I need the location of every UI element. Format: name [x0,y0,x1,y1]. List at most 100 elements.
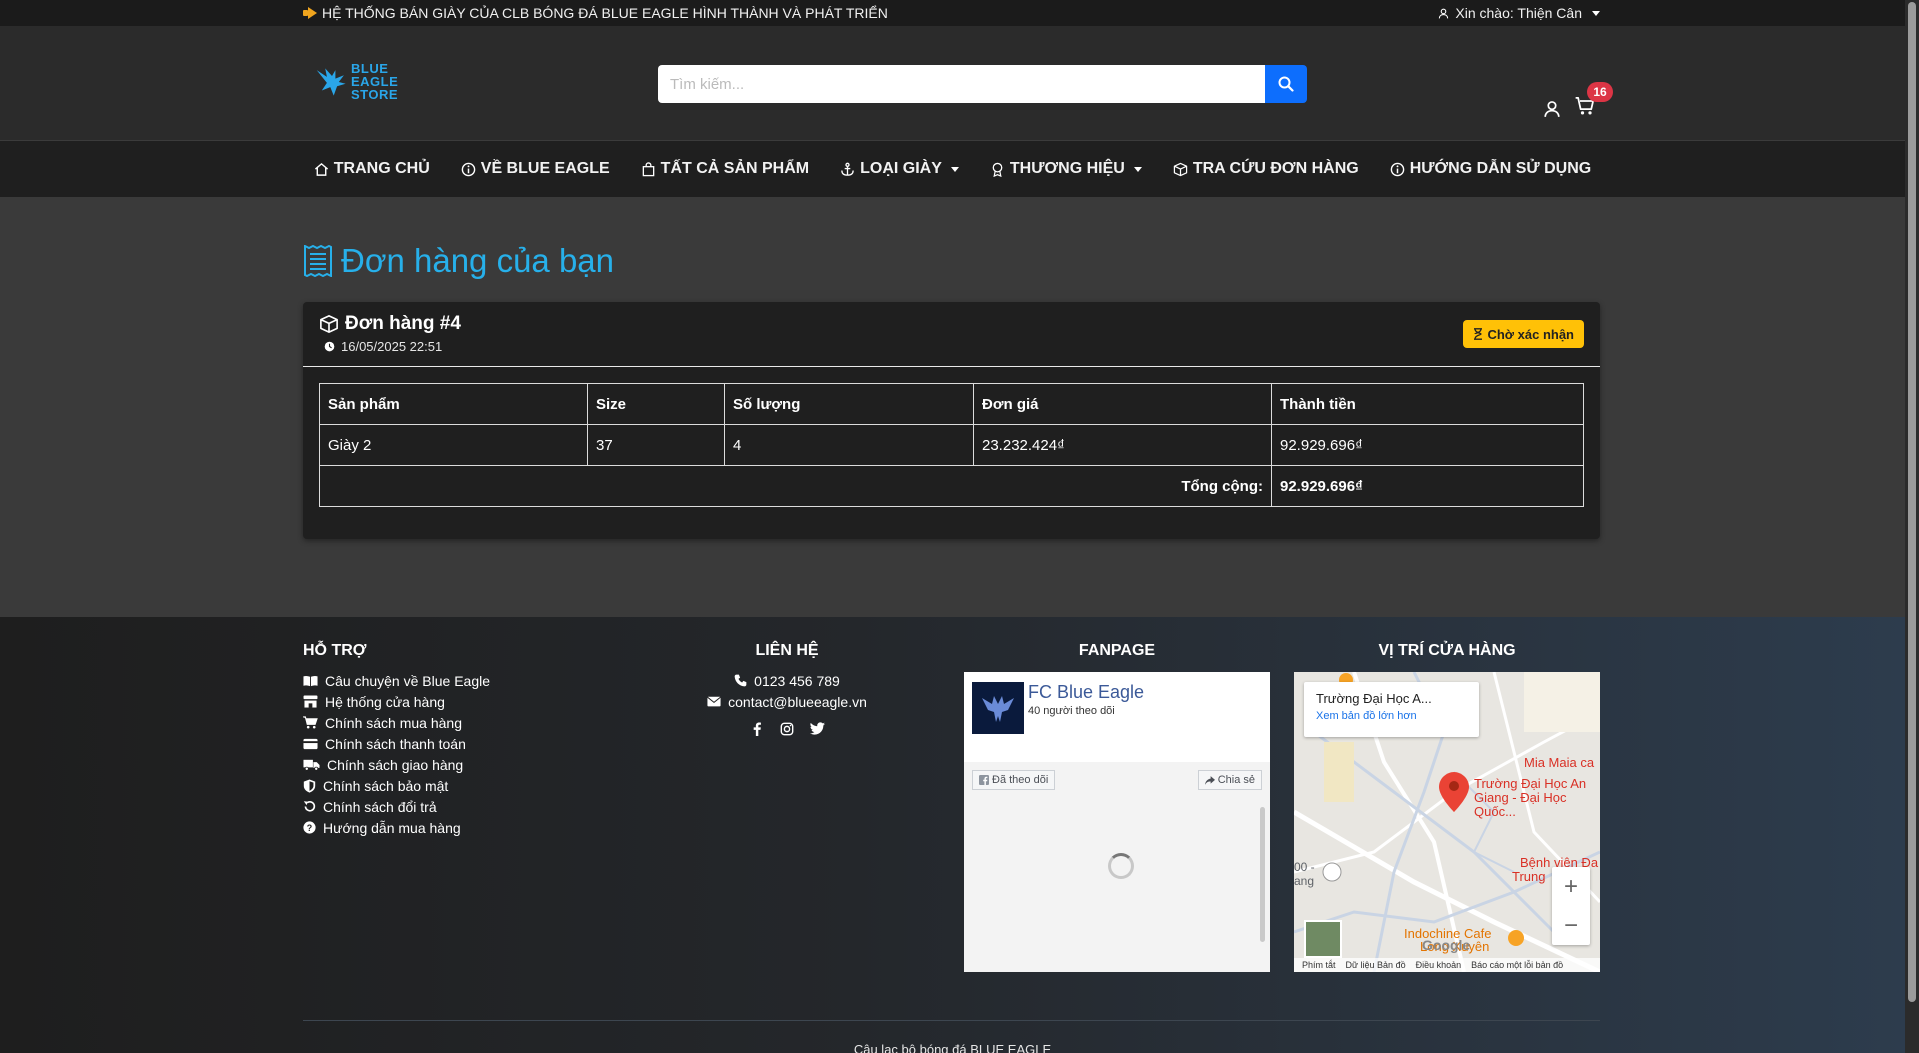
table-row: Giày 2 37 4 23.232.424₫ 92.929.696₫ [319,424,1584,466]
contact-phone[interactable]: 0123 456 789 [648,670,926,691]
footer-heading: LIÊN HỆ [755,642,819,659]
footer-link-purchase-policy[interactable]: Chính sách mua hàng [303,712,603,733]
nav-item-home[interactable]: TRANG CHỦ [314,160,430,178]
receipt-icon [304,245,332,277]
search-button[interactable] [1265,65,1307,103]
main-content: Đơn hàng của bạn Đơn hàng #4 16/05/2025 … [0,197,1905,617]
fanpage-scrollbar[interactable] [1260,807,1265,942]
nav-item-all-products[interactable]: TẤT CẢ SẢN PHẨM [641,160,809,178]
fanpage-name[interactable]: FC Blue Eagle [1028,682,1144,703]
envelope-icon [707,696,722,707]
followed-button[interactable]: Đã theo dõi [972,770,1056,790]
nav-item-shoe-types[interactable]: LOẠI GIÀY [840,160,959,178]
search-icon [1278,76,1294,92]
footer-contact: LIÊN HỆ 0123 456 789 contact@blueeagle.v… [648,642,926,736]
header-icons: 16 [1543,82,1613,121]
fanpage-info: FC Blue Eagle 40 người theo dõi [1028,682,1144,752]
cell-size: 37 [587,424,725,466]
footer-link-shipping-policy[interactable]: Chính sách giao hàng [303,754,603,775]
satellite-toggle[interactable] [1304,920,1342,958]
cart-button[interactable]: 16 [1575,82,1613,121]
map-poi-label: Trung [1512,869,1546,884]
share-button[interactable]: Chia sẻ [1197,770,1262,790]
cell-quantity: 4 [724,424,974,466]
search-input[interactable] [658,65,1265,103]
box-icon [320,315,338,333]
page-scrollbar[interactable] [1905,0,1919,1053]
nav-item-brands[interactable]: THƯƠNG HIỆU [990,160,1142,178]
main-nav: TRANG CHỦ VỀ BLUE EAGLE TẤT CẢ SẢN PHẨM … [0,141,1905,197]
footer-heading: FANPAGE [1078,642,1156,659]
total-label: Tổng cộng: [319,465,1272,507]
page-title: Đơn hàng của bạn [303,242,1905,280]
chevron-down-icon [950,166,959,172]
undo-icon [303,801,316,812]
anchor-icon [841,162,854,176]
nav-item-user-guide[interactable]: HƯỚNG DẪN SỬ DỤNG [1390,160,1591,178]
footer-link-payment-policy[interactable]: Chính sách thanh toán [303,733,603,754]
footer-fanpage: FANPAGE [964,642,1270,670]
info-icon [1390,162,1404,176]
logo[interactable]: BLUE EAGLE STORE [315,62,398,101]
facebook-icon [979,775,989,785]
clock-icon [324,341,335,352]
greeting-text: Xin chào: Thiện Cân [1455,5,1582,21]
fanpage-avatar[interactable] [972,682,1024,734]
chevron-down-icon [1133,166,1142,172]
info-icon [461,162,476,176]
instagram-icon[interactable] [780,722,794,736]
footer-link-privacy-policy[interactable]: Chính sách bảo mật [303,775,603,796]
footer-heading: HỖ TRỢ [303,642,367,659]
eagle-logo-icon [982,696,1014,722]
map-report-link[interactable]: Báo cáo một lỗi bản đồ [1471,960,1563,970]
store-map[interactable]: Trường Đại Học A... Xem bản đồ lớn hơn T… [1294,672,1600,972]
order-title: Đơn hàng #4 [319,313,1584,335]
column-header: Thành tiền [1271,383,1584,425]
order-header: Đơn hàng #4 16/05/2025 22:51 Chờ xác nhậ… [303,302,1600,367]
map-poi-label: ang [1294,874,1315,888]
account-icon[interactable] [1543,100,1561,118]
view-larger-map-link[interactable]: Xem bản đồ lớn hơn [1316,710,1467,722]
cell-unit-price: 23.232.424₫ [973,424,1272,466]
nav-item-order-lookup[interactable]: TRA CỨU ĐƠN HÀNG [1173,160,1359,178]
column-header: Sản phẩm [319,383,588,425]
cart-icon [303,716,318,729]
user-greeting-dropdown[interactable]: Xin chào: Thiện Cân [1438,5,1600,21]
zoom-out-icon[interactable]: − [1564,912,1578,940]
map-poi-label: 00 - [1294,860,1315,874]
map-zoom-controls: + − [1552,867,1590,945]
order-date: 16/05/2025 22:51 [324,339,1584,354]
support-links: Câu chuyện về Blue Eagle Hệ thống cửa hà… [303,670,603,838]
nav-item-about[interactable]: VỀ BLUE EAGLE [461,160,610,178]
google-logo: Google [1422,937,1471,953]
zoom-in-icon[interactable]: + [1564,873,1578,901]
footer-link-return-policy[interactable]: Chính sách đổi trả [303,796,603,817]
announcement: HỆ THỐNG BÁN GIÀY CỦA CLB BÓNG ĐÁ BLUE E… [303,5,888,21]
contact-email[interactable]: contact@blueeagle.vn [648,691,926,712]
footer-map: VỊ TRÍ CỬA HÀNG [1294,642,1600,670]
cell-product: Giày 2 [319,424,588,466]
total-value: 92.929.696₫ [1271,465,1584,507]
map-place-card: Trường Đại Học A... Xem bản đồ lớn hơn [1304,682,1479,737]
credit-card-icon [303,738,318,749]
map-shortcuts-link[interactable]: Phím tắt [1302,960,1336,970]
footer-link-stores[interactable]: Hệ thống cửa hàng [303,691,603,712]
home-icon [314,162,328,176]
footer-link-story[interactable]: Câu chuyện về Blue Eagle [303,670,603,691]
svg-text:?: ? [307,823,312,833]
table-header-row: Sản phẩm Size Số lượng Đơn giá Thành tiề… [319,383,1584,425]
map-data-link[interactable]: Dữ liệu Bản đồ [1346,960,1406,970]
footer-link-shopping-guide[interactable]: ? Hướng dẫn mua hàng [303,817,603,838]
hourglass-icon [1474,328,1483,340]
map-footer: Phím tắt Dữ liệu Bản đồ Điều khoản Báo c… [1294,958,1600,972]
column-header: Số lượng [724,383,974,425]
eagle-logo-icon [316,67,346,96]
box-icon [1173,162,1188,176]
twitter-icon[interactable] [809,722,825,735]
map-terms-link[interactable]: Điều khoản [1416,960,1462,970]
facebook-page-widget[interactable]: FC Blue Eagle 40 người theo dõi Đã theo … [964,672,1270,972]
cell-line-total: 92.929.696₫ [1271,424,1584,466]
facebook-icon[interactable] [750,722,764,736]
order-items-table: Sản phẩm Size Số lượng Đơn giá Thành tiề… [319,383,1584,507]
announcement-text: HỆ THỐNG BÁN GIÀY CỦA CLB BÓNG ĐÁ BLUE E… [322,5,888,21]
